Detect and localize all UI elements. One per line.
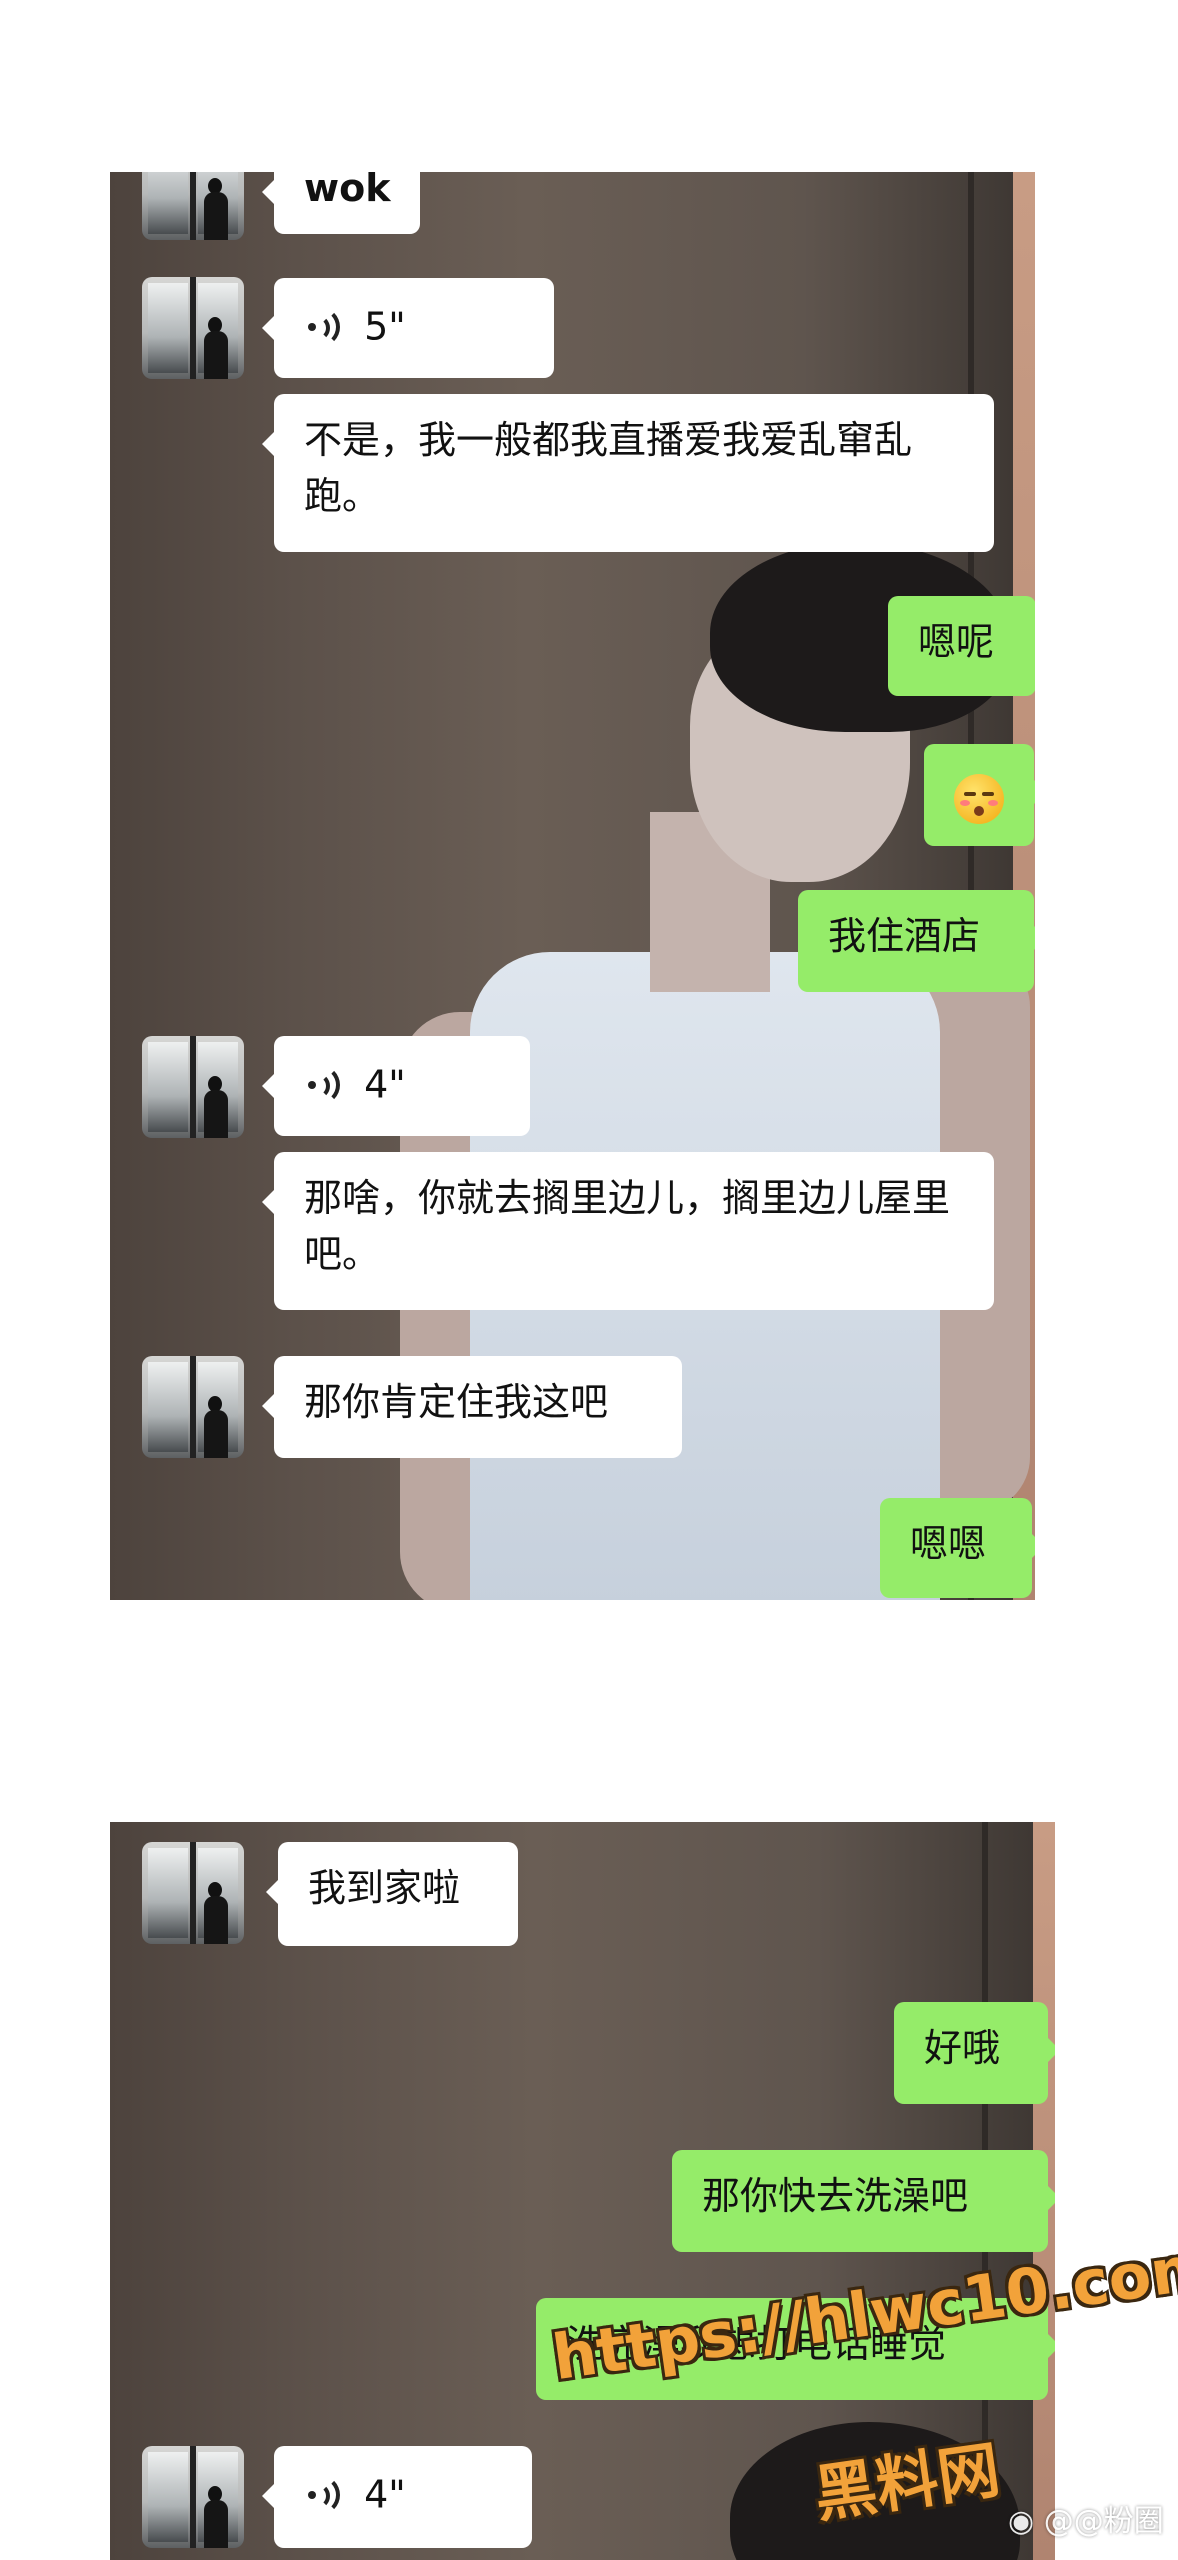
weibo-logo-icon: ◉ [1008, 2504, 1035, 2539]
message-bubble-incoming[interactable]: 不是，我一般都我直播爱我爱乱窜乱跑。 [262, 394, 994, 552]
contact-avatar[interactable] [142, 1842, 244, 1944]
message-bubble-outgoing[interactable]: 嗯嗯 [880, 1498, 1035, 1598]
contact-avatar[interactable] [142, 277, 244, 379]
chat-screenshot-1: wok 5" 不是，我一般都我直播爱我爱乱窜乱跑。 嗯呢 我住酒店 4" 那啥，… [110, 172, 1035, 1600]
voice-wave-icon [304, 2474, 340, 2515]
message-bubble-incoming[interactable]: 那你肯定住我这吧 [262, 1356, 682, 1458]
contact-avatar[interactable] [142, 172, 244, 240]
message-bubble-outgoing[interactable]: 好哦 [894, 2002, 1055, 2104]
message-bubble-outgoing[interactable]: 我住酒店 [798, 890, 1035, 992]
voice-wave-icon [304, 1064, 340, 1105]
contact-avatar[interactable] [142, 1036, 244, 1138]
weibo-handle: @@粉圈 [1043, 2504, 1164, 2539]
voice-message-bubble[interactable]: 4" [262, 2446, 532, 2548]
voice-duration: 5" [364, 304, 406, 349]
voice-wave-icon [304, 306, 340, 347]
wall-edge [1013, 172, 1035, 1600]
voice-duration: 4" [364, 1062, 406, 1107]
message-bubble-outgoing[interactable] [924, 744, 1035, 846]
contact-avatar[interactable] [142, 1356, 244, 1458]
message-bubble-outgoing[interactable]: 那你快去洗澡吧 [672, 2150, 1055, 2252]
contact-avatar[interactable] [142, 2446, 244, 2548]
message-bubble-incoming[interactable]: 我到家啦 [266, 1842, 518, 1946]
weibo-watermark: ◉ @@粉圈 [1008, 2496, 1164, 2540]
door-frame [968, 172, 974, 1600]
message-bubble-incoming[interactable]: 那啥，你就去搁里边儿，搁里边儿屋里吧。 [262, 1152, 994, 1310]
voice-message-bubble[interactable]: 4" [262, 1036, 530, 1136]
message-bubble-outgoing[interactable]: 嗯呢 [888, 596, 1035, 696]
kissing-closed-eyes-emoji-icon [954, 773, 1004, 824]
voice-duration: 4" [364, 2472, 406, 2517]
voice-message-bubble[interactable]: 5" [262, 278, 554, 378]
message-bubble-incoming[interactable]: wok [261, 172, 421, 234]
